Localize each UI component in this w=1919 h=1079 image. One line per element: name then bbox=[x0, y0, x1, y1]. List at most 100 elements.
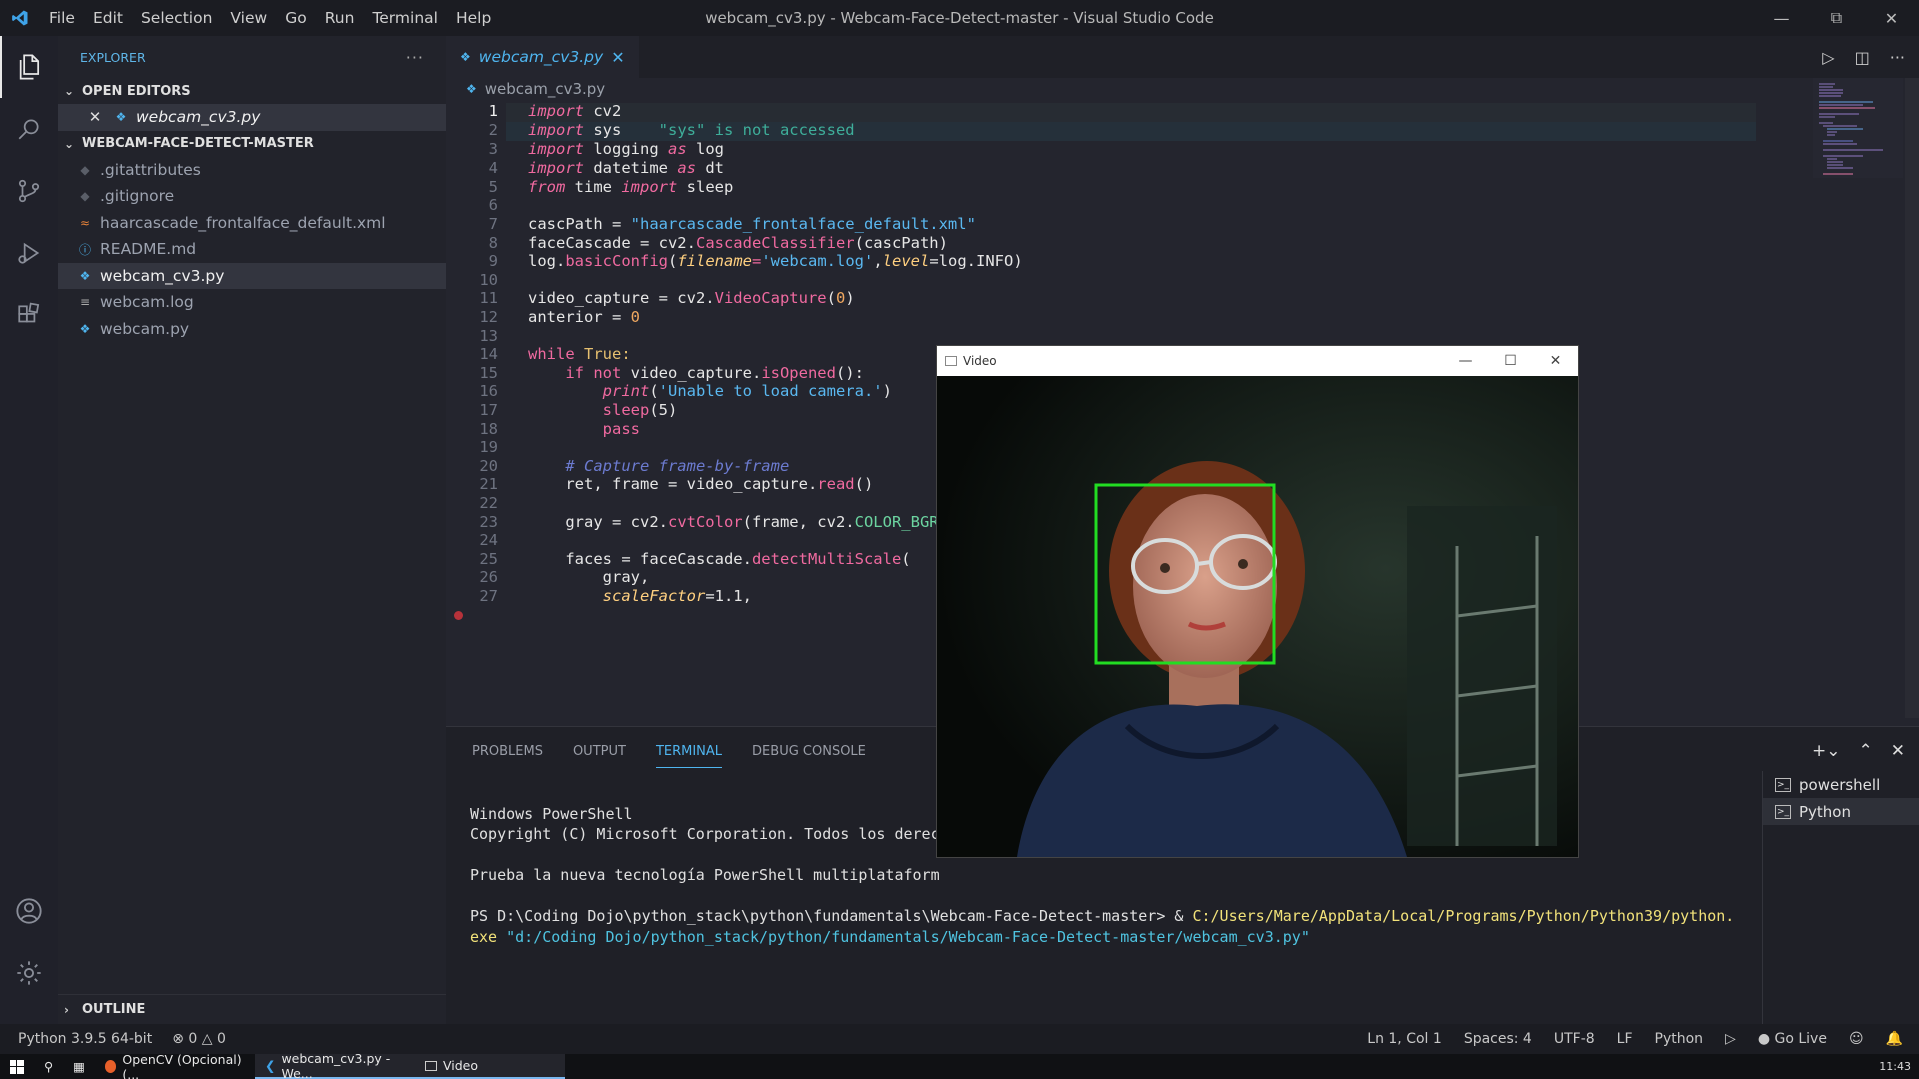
menu-terminal[interactable]: Terminal bbox=[363, 0, 447, 36]
file-label: .gitattributes bbox=[100, 160, 201, 179]
cursor-position[interactable]: Ln 1, Col 1 bbox=[1367, 1031, 1442, 1047]
maximize-icon[interactable]: ☐ bbox=[1488, 346, 1533, 376]
settings-gear-icon[interactable] bbox=[0, 942, 58, 1004]
search-icon[interactable] bbox=[0, 98, 58, 160]
breakpoint-dot[interactable] bbox=[454, 611, 463, 620]
line-number: 6 bbox=[488, 196, 498, 214]
terminal-icon: >_ bbox=[1775, 804, 1791, 819]
tab-problems[interactable]: PROBLEMS bbox=[472, 744, 543, 759]
close-icon[interactable]: ✕ bbox=[1864, 0, 1919, 36]
more-actions-icon[interactable]: ··· bbox=[406, 48, 424, 67]
restore-icon[interactable]: ⧉ bbox=[1809, 0, 1864, 36]
new-terminal-icon[interactable]: +⌄ bbox=[1812, 741, 1841, 761]
file-item[interactable]: ❖ webcam_cv3.py bbox=[58, 262, 446, 289]
problems-counter[interactable]: ⊗ 0 △ 0 bbox=[172, 1031, 226, 1047]
menu-help[interactable]: Help bbox=[447, 0, 500, 36]
encoding[interactable]: UTF-8 bbox=[1554, 1031, 1595, 1047]
open-editors-section[interactable]: ⌄ OPEN EDITORS bbox=[58, 78, 446, 104]
windows-logo-icon bbox=[10, 1059, 24, 1074]
open-editor-item[interactable]: ✕ ❖ webcam_cv3.py bbox=[58, 104, 446, 131]
split-editor-icon[interactable]: ◫ bbox=[1855, 48, 1870, 67]
menu-view[interactable]: View bbox=[221, 0, 276, 36]
file-label: webcam.log bbox=[100, 293, 194, 312]
editor-scrollbar[interactable] bbox=[1905, 78, 1919, 718]
panel-actions: +⌄ ⌃ ✕ bbox=[1812, 741, 1905, 761]
python-icon: ❖ bbox=[115, 110, 127, 125]
tab-webcam-cv3[interactable]: ❖ webcam_cv3.py ✕ bbox=[446, 36, 639, 78]
go-live-button[interactable]: ● Go Live bbox=[1758, 1031, 1827, 1047]
minimap[interactable] bbox=[1813, 78, 1903, 658]
line-number: 15 bbox=[479, 364, 498, 382]
language-mode[interactable]: Python bbox=[1655, 1031, 1704, 1047]
tab-debug-console[interactable]: DEBUG CONSOLE bbox=[752, 744, 866, 759]
breadcrumb-file[interactable]: webcam_cv3.py bbox=[485, 80, 605, 98]
file-item[interactable]: ≈ haarcascade_frontalface_default.xml bbox=[58, 210, 446, 237]
line-number: 20 bbox=[479, 457, 498, 475]
source-control-icon[interactable] bbox=[0, 160, 58, 222]
close-icon[interactable]: ✕ bbox=[1533, 346, 1578, 376]
outline-section[interactable]: › OUTLINE bbox=[58, 994, 446, 1024]
python-icon: ❖ bbox=[460, 50, 471, 64]
minimize-icon[interactable]: — bbox=[1754, 0, 1809, 36]
window-controls: — ⧉ ✕ bbox=[1754, 0, 1919, 36]
taskbar-item-video[interactable]: Video bbox=[414, 1054, 565, 1079]
file-item[interactable]: ◆ .gitignore bbox=[58, 183, 446, 210]
terminal-item-python[interactable]: >_ Python bbox=[1763, 798, 1919, 825]
windows-taskbar: ⚲ ▦ OpenCV (Opcional) (... ❮ webcam_cv3.… bbox=[0, 1051, 1919, 1079]
inlay-hint: "sys" is not accessed bbox=[621, 121, 855, 139]
terminal-item-powershell[interactable]: >_ powershell bbox=[1763, 771, 1919, 798]
taskbar-item-vscode[interactable]: ❮ webcam_cv3.py - We... bbox=[254, 1051, 415, 1079]
terminal-status-icon[interactable]: ▷ bbox=[1725, 1031, 1736, 1047]
end-of-line[interactable]: LF bbox=[1617, 1031, 1633, 1047]
run-icon[interactable]: ▷ bbox=[1822, 48, 1834, 67]
code-line: gray, bbox=[528, 568, 650, 586]
menu-selection[interactable]: Selection bbox=[132, 0, 221, 36]
more-actions-icon[interactable]: ··· bbox=[1890, 48, 1905, 67]
system-clock[interactable]: 11:43 bbox=[1879, 1060, 1911, 1073]
line-number: 1 bbox=[488, 102, 498, 120]
notifications-bell-icon[interactable]: 🔔 bbox=[1886, 1031, 1903, 1047]
file-item[interactable]: ⓘ README.md bbox=[58, 236, 446, 263]
code-line: gray = cv2.cvtColor(frame, cv2.COLOR_BGR bbox=[528, 513, 939, 531]
menu-go[interactable]: Go bbox=[276, 0, 316, 36]
taskbar-search-icon[interactable]: ⚲ bbox=[34, 1054, 63, 1079]
menu-edit[interactable]: Edit bbox=[84, 0, 132, 36]
maximize-panel-icon[interactable]: ⌃ bbox=[1859, 741, 1873, 761]
lines-icon: ≡ bbox=[79, 295, 91, 310]
start-button[interactable] bbox=[0, 1054, 34, 1079]
python-icon: ❖ bbox=[466, 82, 477, 96]
file-item[interactable]: ≡ webcam.log bbox=[58, 289, 446, 316]
run-debug-icon[interactable] bbox=[0, 222, 58, 284]
menu-file[interactable]: File bbox=[40, 0, 84, 36]
feedback-icon[interactable]: ☺ bbox=[1849, 1031, 1864, 1047]
explorer-icon[interactable] bbox=[0, 36, 58, 98]
video-titlebar[interactable]: Video — ☐ ✕ bbox=[937, 346, 1578, 376]
code-comment: # Capture frame-by-frame bbox=[528, 457, 790, 475]
extensions-icon[interactable] bbox=[0, 284, 58, 346]
video-window[interactable]: Video — ☐ ✕ bbox=[937, 346, 1578, 857]
file-item[interactable]: ◆ .gitattributes bbox=[58, 157, 446, 184]
folder-section[interactable]: ⌄ WEBCAM-FACE-DETECT-MASTER bbox=[58, 131, 446, 157]
minimize-icon[interactable]: — bbox=[1443, 346, 1488, 376]
tab-output[interactable]: OUTPUT bbox=[573, 744, 626, 759]
line-number: 14 bbox=[479, 345, 498, 363]
title-bar: File Edit Selection View Go Run Terminal… bbox=[0, 0, 1919, 36]
tab-terminal[interactable]: TERMINAL bbox=[655, 744, 723, 768]
code-line: faceCascade = cv2.CascadeClassifier(casc… bbox=[528, 234, 948, 252]
menu-run[interactable]: Run bbox=[316, 0, 364, 36]
python-interpreter[interactable]: Python 3.9.5 64-bit bbox=[18, 1031, 152, 1047]
close-editor-icon[interactable]: ✕ bbox=[84, 108, 106, 126]
vscode-icon: ❮ bbox=[264, 1058, 276, 1073]
close-panel-icon[interactable]: ✕ bbox=[1891, 741, 1905, 761]
close-tab-icon[interactable]: ✕ bbox=[611, 48, 624, 67]
webcam-image bbox=[937, 376, 1578, 857]
line-number: 8 bbox=[488, 234, 498, 252]
file-item[interactable]: ❖ webcam.py bbox=[58, 316, 446, 343]
account-icon[interactable] bbox=[0, 880, 58, 942]
task-view-icon[interactable]: ▦ bbox=[63, 1054, 95, 1079]
video-window-controls: — ☐ ✕ bbox=[1443, 346, 1578, 376]
code-line: import datetime as dt bbox=[528, 159, 724, 177]
indentation[interactable]: Spaces: 4 bbox=[1464, 1031, 1532, 1047]
window-app-icon bbox=[945, 356, 957, 366]
taskbar-item-firefox[interactable]: OpenCV (Opcional) (... bbox=[95, 1052, 255, 1079]
